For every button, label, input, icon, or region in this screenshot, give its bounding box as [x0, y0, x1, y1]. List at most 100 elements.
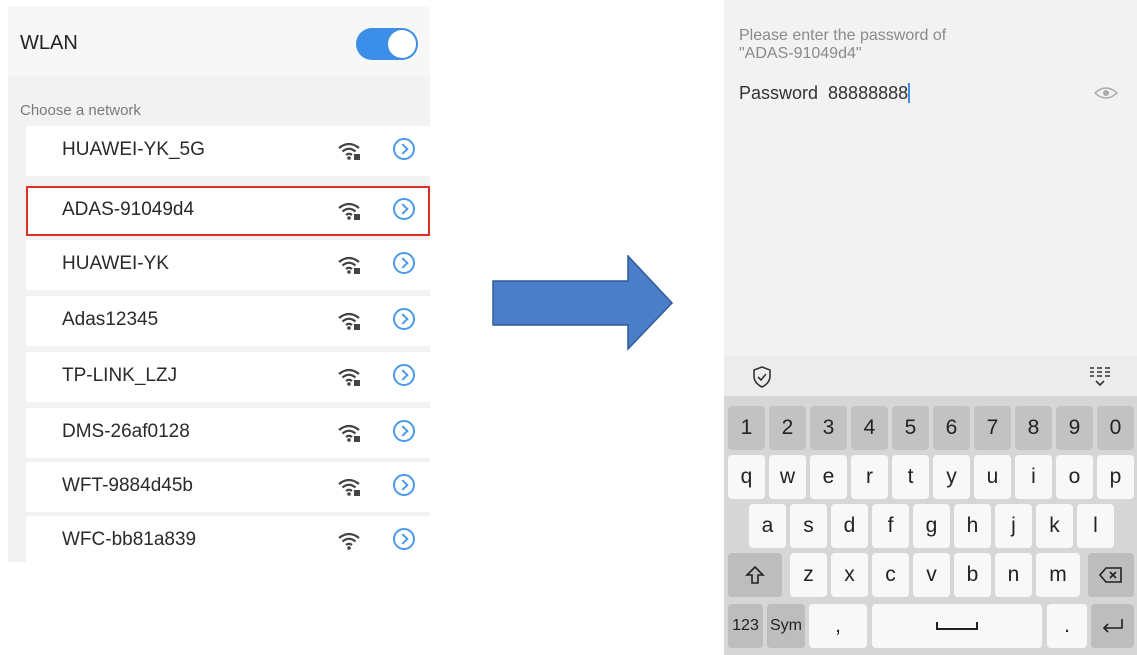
prompt-line: Please enter the password of: [739, 27, 947, 44]
network-row-selected[interactable]: ADAS-91049d4: [26, 186, 430, 236]
key-0[interactable]: 0: [1097, 406, 1134, 450]
key-label: b: [966, 563, 979, 586]
network-details-icon[interactable]: [393, 252, 415, 274]
key-n[interactable]: n: [995, 553, 1032, 597]
wifi-icon: [338, 532, 360, 550]
key-i[interactable]: i: [1015, 455, 1052, 499]
key-label: v: [926, 563, 937, 586]
arrow-shape: [492, 255, 674, 351]
hide-keyboard-icon[interactable]: [1088, 364, 1112, 388]
key-label: i: [1031, 465, 1036, 488]
key-label: 7: [986, 416, 999, 439]
symbol-mode-key[interactable]: Sym: [767, 604, 805, 648]
network-details-icon[interactable]: [393, 364, 415, 386]
key-9[interactable]: 9: [1056, 406, 1093, 450]
backspace-icon: [1099, 567, 1122, 583]
network-row[interactable]: HUAWEI-YK_5G: [26, 126, 430, 176]
key-g[interactable]: g: [913, 504, 950, 548]
network-details-icon[interactable]: [393, 528, 415, 550]
key-e[interactable]: e: [810, 455, 847, 499]
key-r[interactable]: r: [851, 455, 888, 499]
key-5[interactable]: 5: [892, 406, 929, 450]
key-label: m: [1049, 563, 1067, 586]
key-2[interactable]: 2: [769, 406, 806, 450]
key-z[interactable]: z: [790, 553, 827, 597]
network-row[interactable]: DMS-26af0128: [26, 408, 430, 458]
key-p[interactable]: p: [1097, 455, 1134, 499]
network-row[interactable]: HUAWEI-YK: [26, 240, 430, 290]
network-details-icon[interactable]: [393, 138, 415, 160]
key-label: h: [966, 514, 979, 537]
backspace-key[interactable]: [1088, 553, 1134, 597]
key-label: w: [779, 465, 796, 488]
key-o[interactable]: o: [1056, 455, 1093, 499]
network-name: TP-LINK_LZJ: [62, 365, 178, 386]
network-details-icon[interactable]: [393, 308, 415, 330]
shift-key[interactable]: [728, 553, 782, 597]
network-row[interactable]: TP-LINK_LZJ: [26, 352, 430, 402]
key-a[interactable]: a: [749, 504, 786, 548]
network-details-icon[interactable]: [393, 198, 415, 220]
key-w[interactable]: w: [769, 455, 806, 499]
key-label: u: [986, 465, 999, 488]
arrow-right-icon: [492, 255, 674, 351]
key-t[interactable]: t: [892, 455, 929, 499]
network-name: WFT-9884d45b: [62, 475, 193, 496]
key-label: g: [925, 514, 938, 537]
wifi-lock-icon: [338, 312, 360, 330]
key-label: 1: [740, 416, 753, 439]
key-v[interactable]: v: [913, 553, 950, 597]
network-details-icon[interactable]: [393, 474, 415, 496]
comma-key[interactable]: ,: [809, 604, 867, 648]
show-password-eye-icon[interactable]: [1094, 86, 1118, 100]
key-m[interactable]: m: [1036, 553, 1080, 597]
key-h[interactable]: h: [954, 504, 991, 548]
key-label: c: [885, 563, 896, 586]
shift-arrow-icon: [745, 565, 765, 584]
key-label: 123: [732, 617, 759, 634]
key-4[interactable]: 4: [851, 406, 888, 450]
keyboard-toolbar: [724, 356, 1137, 396]
key-8[interactable]: 8: [1015, 406, 1052, 450]
numeric-mode-key[interactable]: 123: [728, 604, 763, 648]
key-l[interactable]: l: [1077, 504, 1114, 548]
key-f[interactable]: f: [872, 504, 909, 548]
network-details-icon[interactable]: [393, 420, 415, 442]
key-c[interactable]: c: [872, 553, 909, 597]
key-label: 4: [863, 416, 876, 439]
key-x[interactable]: x: [831, 553, 868, 597]
enter-icon: [1102, 619, 1123, 633]
key-j[interactable]: j: [995, 504, 1032, 548]
key-q[interactable]: q: [728, 455, 765, 499]
network-row[interactable]: Adas12345: [26, 296, 430, 346]
key-label: o: [1068, 465, 1081, 488]
network-name: HUAWEI-YK: [62, 253, 169, 274]
key-6[interactable]: 6: [933, 406, 970, 450]
key-label: r: [866, 465, 873, 488]
network-name: WFC-bb81a839: [62, 529, 197, 550]
key-s[interactable]: s: [790, 504, 827, 548]
key-label: t: [907, 465, 914, 488]
key-1[interactable]: 1: [728, 406, 765, 450]
password-field[interactable]: Password 88888888: [739, 83, 911, 104]
space-key[interactable]: [872, 604, 1042, 648]
wlan-title: WLAN: [20, 32, 78, 54]
shield-check-icon[interactable]: [752, 366, 772, 388]
key-d[interactable]: d: [831, 504, 868, 548]
key-b[interactable]: b: [954, 553, 991, 597]
network-row[interactable]: WFC-bb81a839: [26, 516, 430, 566]
key-label: 0: [1109, 416, 1122, 439]
key-3[interactable]: 3: [810, 406, 847, 450]
key-k[interactable]: k: [1036, 504, 1073, 548]
wlan-toggle[interactable]: [356, 28, 418, 60]
period-key[interactable]: .: [1047, 604, 1087, 648]
key-y[interactable]: y: [933, 455, 970, 499]
network-row[interactable]: WFT-9884d45b: [26, 462, 430, 512]
key-7[interactable]: 7: [974, 406, 1011, 450]
space-icon: [936, 622, 978, 630]
soft-keyboard: 1 2 3 4 5 6 7 8 9 0 q w e r t y u i o p …: [724, 356, 1137, 655]
key-u[interactable]: u: [974, 455, 1011, 499]
enter-key[interactable]: [1091, 604, 1134, 648]
key-label: z: [803, 563, 814, 586]
key-label: n: [1007, 563, 1020, 586]
